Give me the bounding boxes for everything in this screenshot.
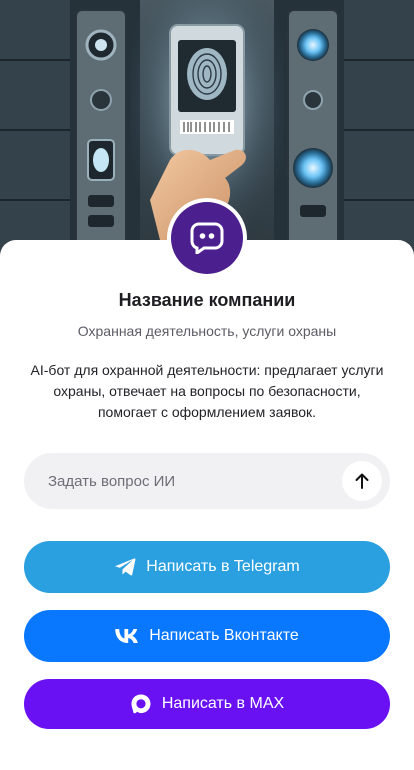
ask-ai-input[interactable]	[48, 453, 348, 509]
max-icon	[130, 693, 152, 715]
company-description: AI-бот для охранной деятельности: предла…	[30, 362, 384, 420]
vk-button[interactable]: Написать Вконтакте	[24, 610, 390, 662]
max-button[interactable]: Написать в MAX	[24, 679, 390, 729]
max-button-label: Написать в MAX	[161, 695, 285, 712]
arrow-up-icon	[355, 473, 369, 489]
chat-bot-icon	[190, 222, 224, 254]
avatar-badge	[171, 202, 243, 274]
page: Название компании Охранная деятельность,…	[0, 0, 414, 770]
ask-ai-box	[24, 453, 390, 509]
vk-button-label: Написать Вконтакте	[149, 627, 299, 644]
telegram-button[interactable]: Написать в Telegram	[24, 541, 390, 593]
telegram-icon	[114, 557, 136, 577]
send-question-button[interactable]	[342, 461, 382, 501]
avatar	[167, 198, 247, 278]
vk-icon	[115, 629, 139, 643]
company-name: Название компании	[118, 290, 296, 310]
telegram-button-label: Написать в Telegram	[146, 558, 300, 575]
company-subtitle: Охранная деятельность, услуги охраны	[77, 323, 337, 339]
